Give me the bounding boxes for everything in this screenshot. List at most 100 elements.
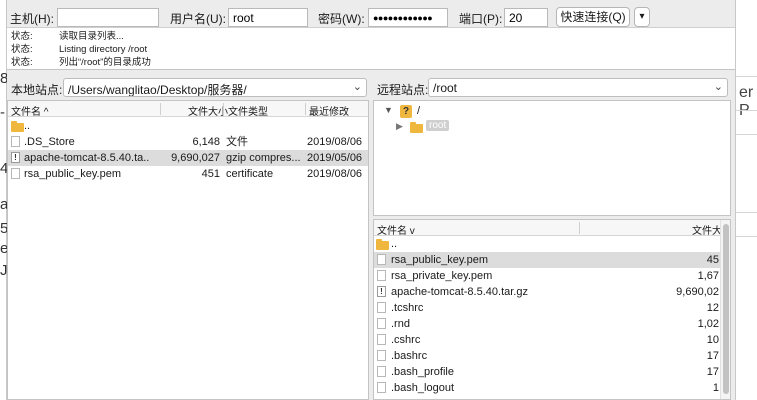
tree-node-label: / bbox=[417, 105, 421, 117]
quickconnect-button[interactable]: 快速连接(Q) bbox=[556, 7, 630, 27]
file-size: 1 bbox=[712, 382, 719, 394]
log-status-label: 状态: bbox=[11, 44, 33, 55]
tree-node-root-folder[interactable]: ▶ root bbox=[396, 120, 456, 136]
log-message: 读取目录列表... bbox=[59, 31, 124, 42]
chevron-down-icon: ⌄ bbox=[713, 81, 723, 93]
file-name: rsa_public_key.pem bbox=[391, 254, 489, 266]
list-item[interactable]: .cshrc 10 bbox=[374, 332, 720, 348]
log-message: Listing directory /root bbox=[59, 44, 148, 55]
file-icon bbox=[377, 270, 386, 281]
remote-list-scrollbar[interactable] bbox=[720, 220, 730, 399]
file-icon bbox=[11, 136, 20, 147]
file-name: rsa_private_key.pem bbox=[391, 270, 493, 282]
folder-icon bbox=[410, 122, 423, 133]
file-name: apache-tomcat-8.5.40.ta.. bbox=[24, 152, 150, 164]
username-input[interactable] bbox=[228, 8, 308, 27]
remote-site-label: 远程站点: bbox=[377, 83, 429, 97]
username-label: 用户名(U): bbox=[170, 12, 226, 26]
list-item[interactable]: .bash_profile 17 bbox=[374, 364, 720, 380]
archive-file-icon: ! bbox=[11, 152, 20, 163]
file-size: 17 bbox=[706, 366, 719, 378]
file-size: 9,690,02 bbox=[676, 286, 719, 298]
password-label: 密码(W): bbox=[318, 12, 365, 26]
file-name: .. bbox=[391, 238, 398, 250]
column-header-filename[interactable]: 文件名 v bbox=[377, 222, 415, 237]
file-size: 1,67 bbox=[697, 270, 719, 282]
remote-file-list: 文件名 v 文件大 .. rsa_public_key.pem 45 rsa_p… bbox=[373, 219, 731, 400]
file-name: .rnd bbox=[391, 318, 410, 330]
file-icon bbox=[377, 350, 386, 361]
file-modified: 2019/08/06 bbox=[307, 168, 363, 180]
chevron-down-icon: ⌄ bbox=[352, 81, 362, 93]
file-name: apache-tomcat-8.5.40.tar.gz bbox=[391, 286, 528, 298]
scrollbar-thumb[interactable] bbox=[723, 224, 729, 394]
log-message: 列出“/root”的目录成功 bbox=[59, 57, 151, 68]
message-log: 状态: 读取目录列表... 状态: Listing directory /roo… bbox=[7, 28, 735, 70]
file-icon bbox=[377, 334, 386, 345]
list-item[interactable]: rsa_public_key.pem 451 certificate 2019/… bbox=[8, 166, 368, 182]
local-site-label: 本地站点: bbox=[11, 83, 63, 97]
host-label: 主机(H): bbox=[10, 12, 54, 26]
file-icon bbox=[377, 318, 386, 329]
background-text-fragment: - bbox=[0, 104, 5, 121]
file-icon bbox=[377, 302, 386, 313]
list-item[interactable]: .DS_Store 6,148 文件 2019/08/06 bbox=[8, 134, 368, 150]
file-name: .bash_logout bbox=[391, 382, 454, 394]
tree-node-label: root bbox=[426, 120, 450, 131]
list-item[interactable]: .. bbox=[374, 236, 720, 252]
file-size: 9,690,027 bbox=[171, 152, 220, 164]
file-name: .. bbox=[24, 120, 31, 132]
quickconnect-dropdown-button[interactable]: ▾ bbox=[634, 7, 650, 27]
column-header-modified[interactable]: 最近修改 bbox=[309, 103, 349, 118]
background-window-left-edge: 8 - 4 a 5 e J bbox=[0, 0, 8, 400]
list-item[interactable]: .bashrc 17 bbox=[374, 348, 720, 364]
remote-directory-tree: ▼ ? / ▶ root bbox=[373, 100, 731, 216]
remote-path-value: /root bbox=[433, 81, 458, 95]
file-icon bbox=[377, 366, 386, 377]
local-list-header: 文件名 ^ 文件大小 文件类型 最近修改 bbox=[8, 101, 368, 118]
file-name: .bashrc bbox=[391, 350, 428, 362]
file-name: .DS_Store bbox=[24, 136, 75, 148]
log-status-label: 状态: bbox=[11, 31, 33, 42]
file-type: certificate bbox=[226, 168, 274, 180]
file-type: 文件 bbox=[226, 136, 248, 148]
log-status-label: 状态: bbox=[11, 57, 33, 68]
local-path-combo[interactable]: /Users/wanglitao/Desktop/服务器/ ⌄ bbox=[63, 78, 367, 97]
list-item[interactable]: ! apache-tomcat-8.5.40.ta.. 9,690,027 gz… bbox=[8, 150, 368, 166]
column-header-filetype[interactable]: 文件类型 bbox=[228, 103, 268, 118]
password-input[interactable] bbox=[368, 8, 448, 27]
file-size: 1,02 bbox=[697, 318, 719, 330]
collapse-arrow-icon: ▶ bbox=[396, 121, 403, 131]
local-file-list: 文件名 ^ 文件大小 文件类型 最近修改 .. .DS_Store 6,148 … bbox=[7, 100, 369, 400]
remote-list-header: 文件名 v 文件大 bbox=[374, 220, 722, 237]
file-size: 45 bbox=[706, 254, 719, 266]
column-header-filename[interactable]: 文件名 ^ bbox=[11, 103, 48, 118]
list-item[interactable]: rsa_public_key.pem 45 bbox=[374, 252, 720, 268]
question-folder-icon: ? bbox=[400, 105, 412, 118]
file-size: 451 bbox=[201, 168, 220, 180]
remote-path-combo[interactable]: /root ⌄ bbox=[428, 78, 728, 97]
column-header-filesize[interactable]: 文件大 bbox=[692, 222, 722, 237]
file-size: 12 bbox=[706, 302, 719, 314]
list-item[interactable]: .tcshrc 12 bbox=[374, 300, 720, 316]
list-item[interactable]: rsa_private_key.pem 1,67 bbox=[374, 268, 720, 284]
background-text-fragment: er P bbox=[739, 84, 754, 119]
tree-node-root[interactable]: ▼ ? / bbox=[384, 104, 504, 120]
background-window-right-edge: er P bbox=[735, 0, 757, 400]
local-site-bar: 本地站点: /Users/wanglitao/Desktop/服务器/ ⌄ bbox=[7, 74, 369, 100]
host-input[interactable] bbox=[57, 8, 159, 27]
file-name: .tcshrc bbox=[391, 302, 424, 314]
list-item[interactable]: .. bbox=[8, 118, 368, 134]
port-input[interactable] bbox=[504, 8, 548, 27]
file-icon bbox=[11, 168, 20, 179]
list-item[interactable]: .bash_logout 1 bbox=[374, 380, 720, 396]
file-icon bbox=[377, 254, 386, 265]
list-item[interactable]: ! apache-tomcat-8.5.40.tar.gz 9,690,02 bbox=[374, 284, 720, 300]
file-name: .cshrc bbox=[391, 334, 421, 346]
local-path-value: /Users/wanglitao/Desktop/服务器/ bbox=[68, 83, 247, 97]
list-item[interactable]: .rnd 1,02 bbox=[374, 316, 720, 332]
file-size: 10 bbox=[706, 334, 719, 346]
file-type: gzip compres... bbox=[226, 152, 301, 164]
column-header-filesize[interactable]: 文件大小 bbox=[188, 103, 228, 118]
file-name: rsa_public_key.pem bbox=[24, 168, 122, 180]
